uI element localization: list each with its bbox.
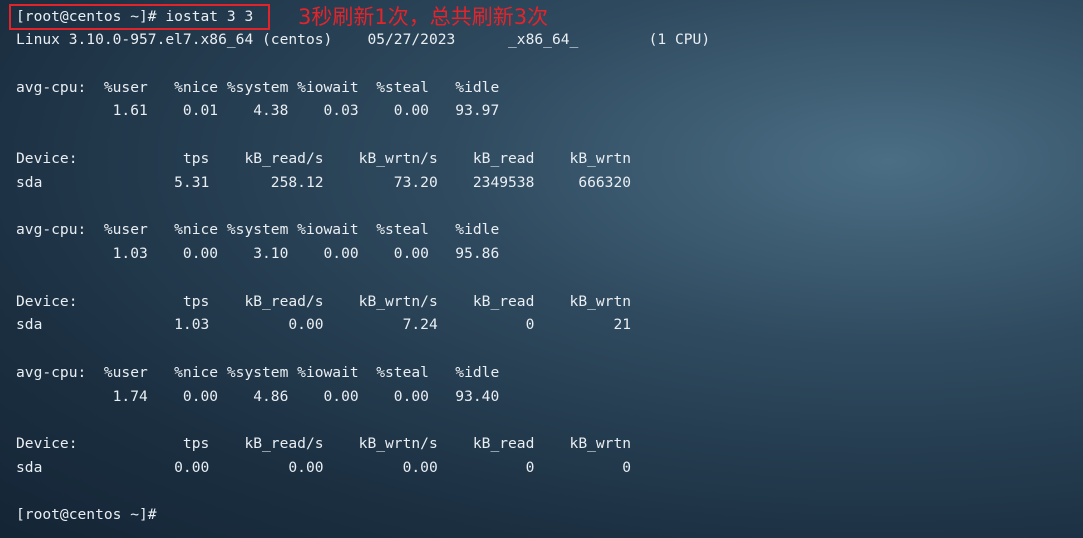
- cpu-values-1: 1.61 0.01 4.38 0.03 0.00 93.97: [16, 102, 500, 119]
- terminal-window[interactable]: [root@centos ~]# iostat 3 3 3秒刷新1次，总共刷新3…: [0, 0, 1083, 538]
- annotation-note: 3秒刷新1次，总共刷新3次: [298, 5, 549, 29]
- system-info-line: Linux 3.10.0-957.el7.x86_64 (centos) 05/…: [16, 31, 711, 48]
- cpu-values-3: 1.74 0.00 4.86 0.00 0.00 93.40: [16, 388, 500, 405]
- cpu-header-1: avg-cpu: %user %nice %system %iowait %st…: [16, 79, 500, 96]
- device-row-1: sda 5.31 258.12 73.20 2349538 666320: [16, 174, 632, 191]
- device-header-2: Device: tps kB_read/s kB_wrtn/s kB_read …: [16, 293, 632, 310]
- device-row-3: sda 0.00 0.00 0.00 0 0: [16, 459, 632, 476]
- device-row-2: sda 1.03 0.00 7.24 0 21: [16, 316, 632, 333]
- final-prompt: [root@centos ~]#: [16, 506, 157, 523]
- command-line: [root@centos ~]# iostat 3 3: [16, 8, 254, 25]
- cpu-header-3: avg-cpu: %user %nice %system %iowait %st…: [16, 364, 500, 381]
- device-header-3: Device: tps kB_read/s kB_wrtn/s kB_read …: [16, 435, 632, 452]
- cpu-header-2: avg-cpu: %user %nice %system %iowait %st…: [16, 221, 500, 238]
- device-header-1: Device: tps kB_read/s kB_wrtn/s kB_read …: [16, 150, 632, 167]
- cpu-values-2: 1.03 0.00 3.10 0.00 0.00 95.86: [16, 245, 500, 262]
